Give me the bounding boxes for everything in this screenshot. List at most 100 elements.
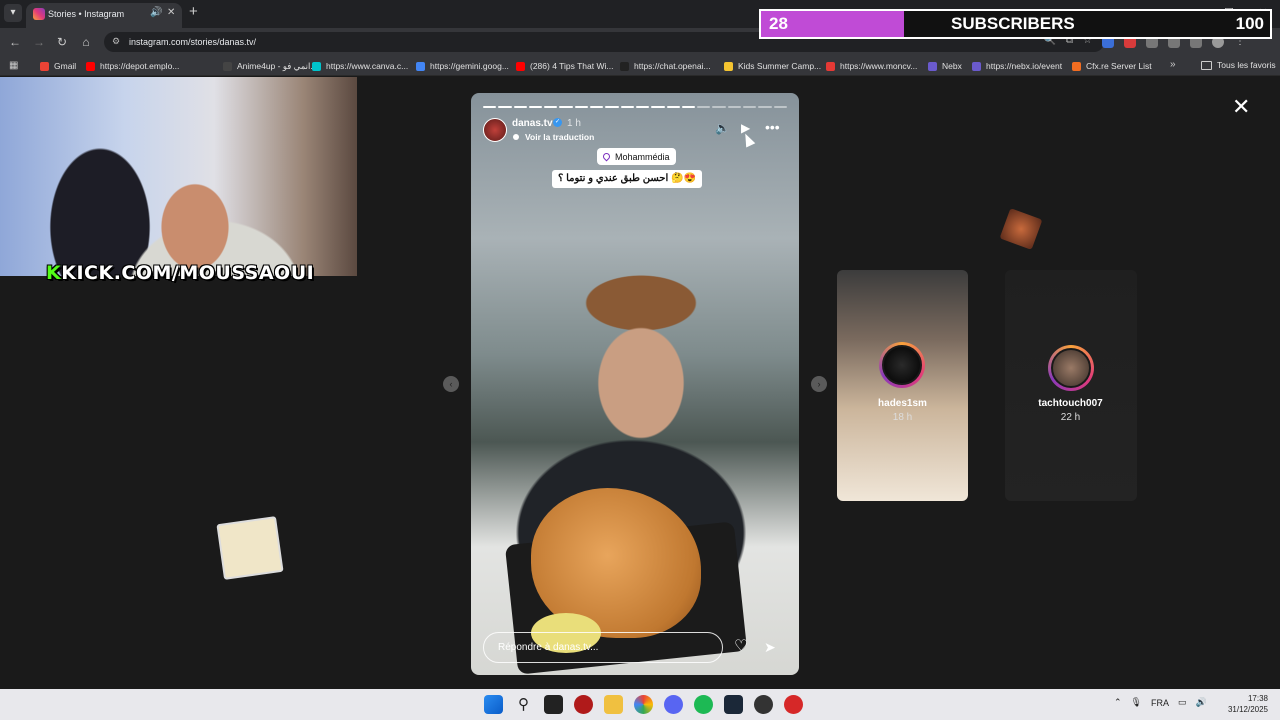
obs-icon[interactable] xyxy=(754,695,773,714)
progress-segment xyxy=(620,106,634,108)
all-bookmarks-folder[interactable]: Tous les favoris xyxy=(1201,60,1276,70)
spotify-icon[interactable] xyxy=(694,695,713,714)
search-icon[interactable]: ⚲ xyxy=(514,695,533,714)
bookmark-item[interactable]: Gmail xyxy=(40,60,76,72)
progress-segment xyxy=(544,106,558,108)
tab-title: Stories • Instagram xyxy=(48,9,125,19)
clock-date: 31/12/2025 xyxy=(1227,705,1268,714)
story-viewer[interactable]: danas.tv ✓ 1 h Voir la traduction 🔈 ▶ ••… xyxy=(471,93,799,675)
progress-segment xyxy=(697,106,711,108)
bookmark-favicon-icon xyxy=(223,61,232,71)
more-options-icon[interactable]: ••• xyxy=(765,120,780,134)
bookmark-favicon-icon xyxy=(516,61,525,71)
more-bookmarks-icon[interactable]: » xyxy=(1170,59,1176,70)
subscriber-goal: 100 xyxy=(1235,14,1264,33)
story-preview-tachtouch007[interactable]: tachtouch007 22 h xyxy=(1005,270,1137,501)
microphone-icon[interactable]: 🎙 xyxy=(1131,697,1142,708)
verified-badge-icon: ✓ xyxy=(553,118,562,127)
chrome-icon[interactable] xyxy=(634,695,653,714)
location-sticker[interactable]: Mohammédia xyxy=(597,148,676,165)
home-icon[interactable]: ⌂ xyxy=(77,33,95,51)
bookmark-item[interactable]: https://chat.openai... xyxy=(620,60,711,72)
story-preview-hades1sm[interactable]: hades1sm 18 h xyxy=(837,270,968,501)
all-bookmarks-label: Tous les favoris xyxy=(1217,60,1276,70)
progress-segment xyxy=(651,106,665,108)
mute-icon[interactable]: 🔈 xyxy=(715,122,730,134)
file-explorer-icon[interactable] xyxy=(604,695,623,714)
bookmark-item[interactable]: Kids Summer Camp... xyxy=(724,60,821,72)
bookmark-item[interactable]: https://www.canva.c... xyxy=(312,60,408,72)
next-story-icon[interactable]: › xyxy=(811,376,827,392)
story-time: 1 h xyxy=(567,118,581,129)
progress-segment xyxy=(528,106,543,108)
bookmark-item[interactable]: https://nebx.io/event xyxy=(972,60,1062,72)
bookmark-item[interactable]: https://www.moncv... xyxy=(826,60,917,72)
app-icon[interactable] xyxy=(574,695,593,714)
bookmark-favicon-icon xyxy=(826,61,835,71)
progress-segment xyxy=(758,106,772,108)
app-icon[interactable] xyxy=(784,695,803,714)
bookmark-item[interactable]: https://depot.emplo... xyxy=(86,60,179,72)
preview-username: tachtouch007 xyxy=(1038,398,1103,409)
progress-segment xyxy=(605,106,619,108)
taskbar-apps: ⚲ xyxy=(484,695,803,714)
reply-input[interactable] xyxy=(483,632,723,663)
back-icon[interactable]: ← xyxy=(6,33,24,51)
url-text[interactable]: instagram.com/stories/danas.tv/ xyxy=(129,37,256,47)
author-avatar[interactable] xyxy=(483,118,507,142)
task-view-icon[interactable] xyxy=(544,695,563,714)
progress-segment xyxy=(590,106,604,108)
subscriber-count: 28 xyxy=(769,14,788,33)
close-stories-icon[interactable]: ✕ xyxy=(1232,96,1250,118)
start-icon[interactable] xyxy=(484,695,503,714)
bookmark-item[interactable]: https://gemini.goog... xyxy=(416,60,509,72)
network-icon[interactable]: ▭ xyxy=(1178,697,1187,708)
sticker-image xyxy=(216,516,284,580)
author-username[interactable]: danas.tv xyxy=(512,118,553,129)
clock[interactable]: 17:38 31/12/2025 xyxy=(1222,693,1268,715)
bookmark-favicon-icon xyxy=(928,61,937,71)
bookmark-label: https://nebx.io/event xyxy=(986,61,1063,71)
tab-search-chevron-icon[interactable]: ▾ xyxy=(4,4,22,22)
bookmark-item[interactable]: (286) 4 Tips That Wi... xyxy=(516,60,613,72)
forward-icon[interactable]: → xyxy=(30,33,48,51)
language-indicator[interactable]: FRA xyxy=(1151,698,1169,708)
windows-taskbar: ⚲ ⌃ 🎙 FRA ▭ 🔊 17:38 31/12/2025 xyxy=(0,689,1280,720)
tray-expand-icon[interactable]: ⌃ xyxy=(1114,697,1122,708)
previous-story-icon[interactable]: ‹ xyxy=(443,376,459,392)
bookmark-label: Gmail xyxy=(54,61,77,71)
volume-icon[interactable]: 🔊 xyxy=(1196,697,1207,708)
tab-close-icon[interactable]: ✕ xyxy=(167,7,175,18)
like-heart-icon[interactable]: ♡ xyxy=(734,639,748,655)
browser-tab[interactable]: Stories • Instagram 🔊 ✕ xyxy=(26,3,182,28)
translate-link[interactable]: Voir la traduction xyxy=(525,132,594,142)
discord-icon[interactable] xyxy=(664,695,683,714)
bookmark-label: https://www.moncv... xyxy=(840,61,918,71)
steam-icon[interactable] xyxy=(724,695,743,714)
webcam-overlay xyxy=(0,77,357,276)
subscriber-label: SUBSCRIBERS xyxy=(951,14,1075,33)
location-label: Mohammédia xyxy=(615,151,670,162)
progress-segment xyxy=(498,106,512,108)
kick-url-text: KICK.COM/MOUSSAOUI xyxy=(61,262,315,284)
new-tab-icon[interactable]: + xyxy=(189,4,198,20)
subscriber-goal-bar: 28 SUBSCRIBERS 100 xyxy=(759,9,1272,39)
clock-time: 17:38 xyxy=(1247,694,1268,703)
bookmark-label: Kids Summer Camp... xyxy=(738,61,822,71)
bookmark-item[interactable]: Nebx xyxy=(928,60,962,72)
apps-grid-icon[interactable]: ▦ xyxy=(9,60,18,71)
site-info-icon[interactable]: ⚙ xyxy=(112,36,120,47)
send-icon[interactable]: ➤ xyxy=(764,639,776,655)
bookmark-favicon-icon xyxy=(1072,61,1081,71)
preview-avatar xyxy=(1051,348,1091,388)
bookmark-item[interactable]: Cfx.re Server List xyxy=(1072,60,1152,72)
translate-dot-icon xyxy=(513,134,519,140)
preview-time: 22 h xyxy=(1060,412,1081,423)
progress-segment xyxy=(574,106,589,108)
tab-audio-icon[interactable]: 🔊 xyxy=(150,7,162,18)
bookmark-item[interactable]: Anime4up - انمي فو... xyxy=(223,60,317,72)
progress-segment xyxy=(743,106,757,108)
reload-icon[interactable]: ↻ xyxy=(53,33,71,51)
system-tray: ⌃ 🎙 FRA ▭ 🔊 xyxy=(1114,697,1207,708)
bookmark-label: Nebx xyxy=(942,61,962,71)
